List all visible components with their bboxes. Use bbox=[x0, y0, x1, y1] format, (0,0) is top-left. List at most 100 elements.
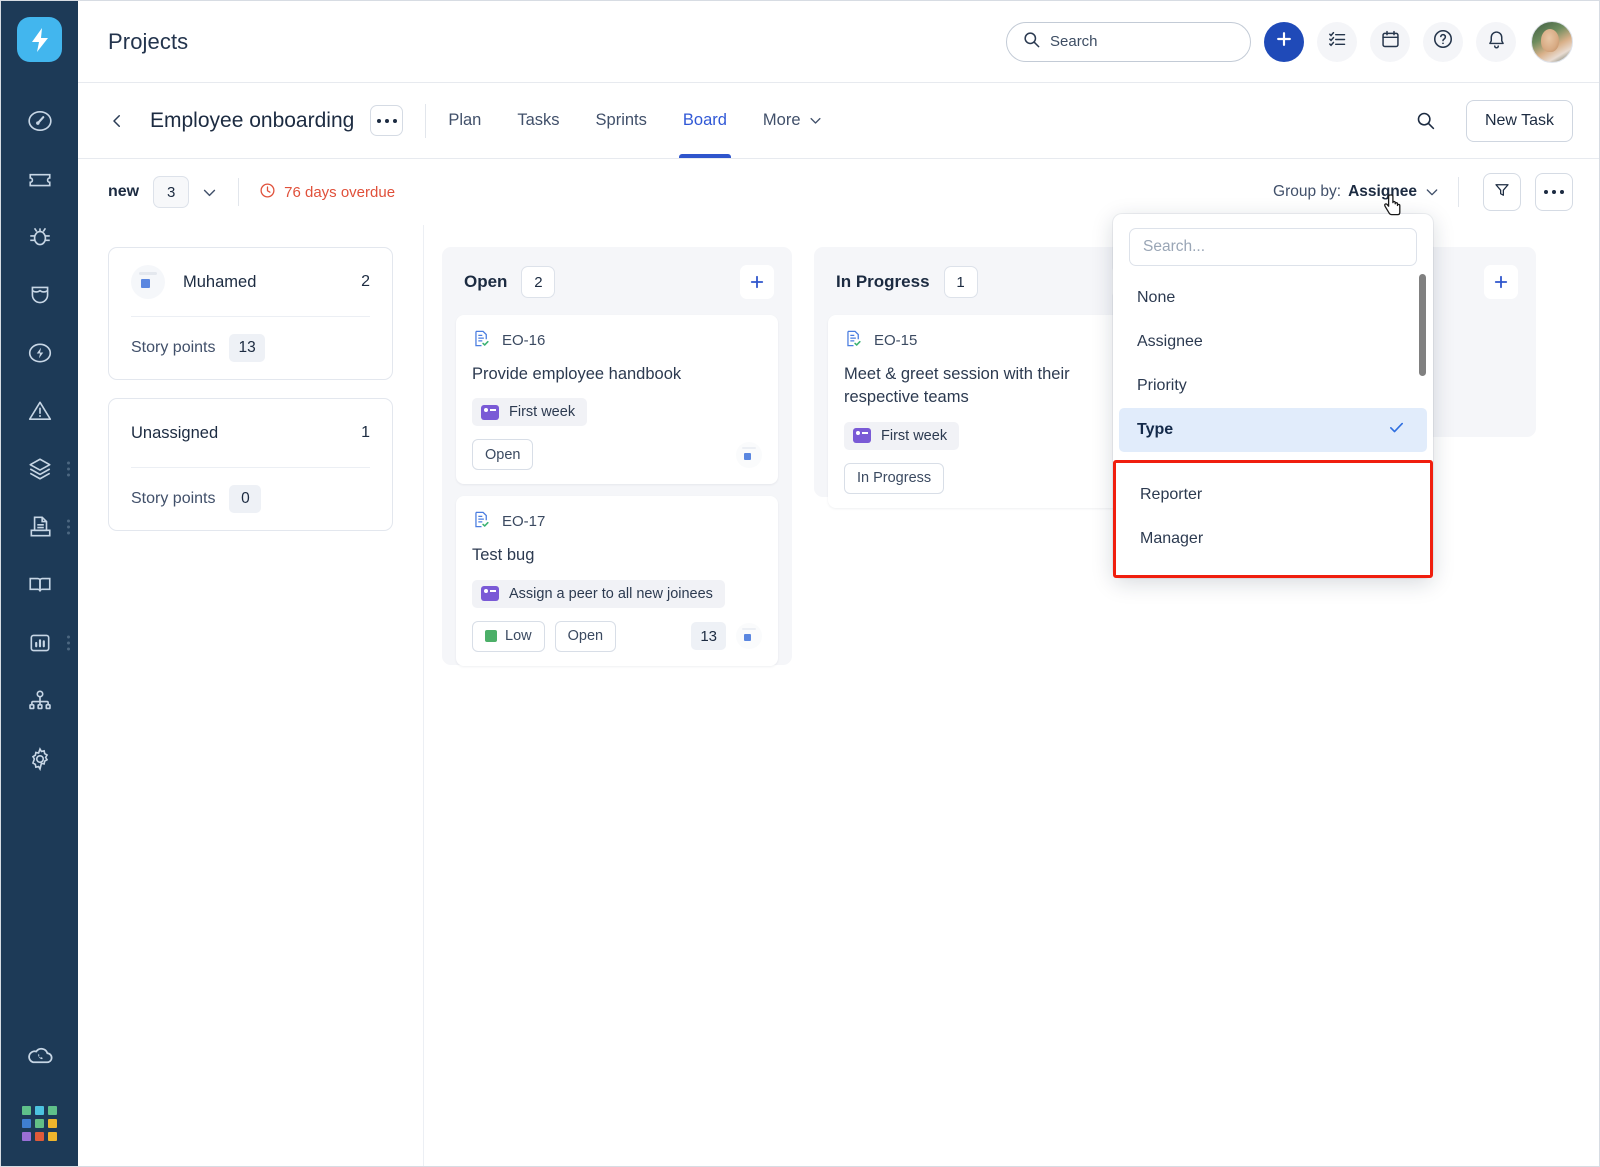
chevron-down-icon bbox=[1424, 184, 1440, 200]
dropdown-item-manager[interactable]: Manager bbox=[1116, 517, 1430, 561]
project-header: Employee onboarding Plan Tasks Sprints B… bbox=[78, 83, 1599, 159]
board-more-options-icon[interactable] bbox=[1535, 173, 1573, 211]
option-label: Assignee bbox=[1137, 333, 1203, 350]
sidebar-item-dashboard[interactable] bbox=[1, 92, 78, 150]
epic-icon bbox=[853, 428, 871, 444]
add-button[interactable] bbox=[1264, 21, 1304, 62]
rail-drag-handle[interactable] bbox=[67, 519, 70, 535]
add-card-button[interactable] bbox=[740, 265, 774, 299]
help-button[interactable] bbox=[1423, 21, 1463, 62]
back-chevron-icon[interactable] bbox=[108, 106, 136, 136]
sidebar-item-settings[interactable] bbox=[1, 730, 78, 788]
sidebar-item-reports[interactable] bbox=[1, 614, 78, 672]
task-title: Test bug bbox=[472, 546, 535, 565]
option-label: None bbox=[1137, 289, 1176, 306]
plus-icon bbox=[1274, 29, 1294, 54]
notifications-button[interactable] bbox=[1476, 21, 1516, 62]
cloud-phone-icon[interactable] bbox=[25, 1041, 55, 1076]
lane-count: 2 bbox=[521, 266, 556, 298]
flash-icon bbox=[27, 340, 53, 366]
avatar[interactable] bbox=[1531, 20, 1573, 63]
dropdown-scrollbar[interactable] bbox=[1419, 274, 1426, 376]
status-badge[interactable]: Open bbox=[554, 620, 617, 652]
sidebar-item-quality[interactable] bbox=[1, 266, 78, 324]
sprint-name: new bbox=[108, 183, 140, 200]
dropdown-search-input[interactable]: Search... bbox=[1129, 228, 1417, 266]
task-card[interactable]: EO-17 Test bug Assign a peer to all new … bbox=[456, 496, 778, 666]
sidebar-item-knowledge-base[interactable] bbox=[1, 556, 78, 614]
bell-icon bbox=[1486, 29, 1507, 55]
project-tabs: Plan Tasks Sprints Board More bbox=[448, 83, 822, 158]
tab-more[interactable]: More bbox=[763, 83, 823, 158]
group-by[interactable]: Group by: Assignee bbox=[1273, 183, 1440, 201]
task-key: EO-15 bbox=[874, 332, 918, 349]
new-task-button[interactable]: New Task bbox=[1465, 99, 1573, 142]
epic-tag[interactable]: First week bbox=[472, 398, 588, 427]
search-input[interactable]: Search bbox=[1006, 21, 1251, 62]
task-key: EO-16 bbox=[502, 332, 546, 349]
sidebar-item-tickets[interactable] bbox=[1, 150, 78, 208]
epic-tag[interactable]: Assign a peer to all new joinees bbox=[472, 579, 725, 608]
add-card-button[interactable] bbox=[1484, 265, 1518, 299]
story-points-value: 0 bbox=[229, 485, 262, 513]
filter-button[interactable] bbox=[1483, 173, 1521, 211]
group-name: Muhamed bbox=[183, 272, 257, 291]
sidebar-item-projects[interactable] bbox=[1, 440, 78, 498]
dropdown-item-none[interactable]: None bbox=[1113, 276, 1433, 320]
epic-tag[interactable]: First week bbox=[844, 421, 960, 450]
sidebar-item-incidents[interactable] bbox=[1, 382, 78, 440]
group-card[interactable]: Muhamed 2 Story points 13 bbox=[108, 247, 393, 380]
calendar-button[interactable] bbox=[1370, 21, 1410, 62]
dropdown-item-priority[interactable]: Priority bbox=[1113, 364, 1433, 408]
group-count: 1 bbox=[361, 424, 370, 441]
lane-open: Open 2 EO-16 Provide employee handbook F… bbox=[442, 247, 792, 666]
group-card[interactable]: Unassigned 1 Story points 0 bbox=[108, 398, 393, 531]
sidebar-item-teams[interactable] bbox=[1, 672, 78, 730]
sidebar-item-automation[interactable] bbox=[1, 324, 78, 382]
sidebar-item-bugs[interactable] bbox=[1, 208, 78, 266]
priority-badge[interactable]: Low bbox=[472, 620, 545, 652]
rail-drag-handle[interactable] bbox=[67, 635, 70, 651]
tab-plan[interactable]: Plan bbox=[448, 83, 481, 158]
assignee-avatar[interactable] bbox=[736, 623, 762, 650]
search-placeholder: Search bbox=[1050, 33, 1098, 50]
chevron-down-icon[interactable] bbox=[201, 184, 218, 201]
check-icon bbox=[1388, 419, 1405, 441]
apps-grid-icon[interactable] bbox=[22, 1106, 57, 1141]
task-card[interactable]: EO-16 Provide employee handbook First we… bbox=[456, 315, 778, 485]
book-icon bbox=[27, 572, 53, 598]
story-points-badge: 13 bbox=[691, 622, 726, 651]
group-by-control[interactable]: Group by: Assignee bbox=[1273, 183, 1440, 201]
task-card[interactable]: EO-15 Meet & greet session with their re… bbox=[828, 315, 1150, 508]
dropdown-search-placeholder: Search... bbox=[1143, 238, 1206, 255]
shield-icon bbox=[27, 282, 53, 308]
status-badge[interactable]: In Progress bbox=[844, 462, 945, 494]
assignee-avatar[interactable] bbox=[736, 441, 762, 468]
project-search-icon[interactable] bbox=[1406, 101, 1446, 141]
tab-sprints[interactable]: Sprints bbox=[596, 83, 647, 158]
sidebar-item-documents[interactable] bbox=[1, 498, 78, 556]
tab-label: Sprints bbox=[595, 111, 647, 129]
tab-board[interactable]: Board bbox=[678, 83, 731, 158]
dropdown-item-type[interactable]: Type bbox=[1119, 408, 1427, 452]
task-doc-icon bbox=[844, 329, 863, 352]
divider bbox=[425, 103, 427, 138]
chevron-down-icon bbox=[808, 113, 823, 128]
status-badge[interactable]: Open bbox=[472, 439, 534, 471]
org-chart-icon bbox=[27, 688, 53, 714]
tasks-button[interactable] bbox=[1317, 21, 1357, 62]
dropdown-item-assignee[interactable]: Assignee bbox=[1113, 320, 1433, 364]
project-more-options-icon[interactable] bbox=[370, 105, 404, 136]
app-logo[interactable] bbox=[17, 17, 62, 62]
checklist-icon bbox=[1327, 29, 1348, 55]
tab-tasks[interactable]: Tasks bbox=[517, 83, 559, 158]
dropdown-options: None Assignee Priority Type bbox=[1113, 270, 1433, 452]
task-doc-icon bbox=[472, 329, 491, 352]
rail-drag-handle[interactable] bbox=[67, 461, 70, 477]
lane-title: Open bbox=[464, 272, 508, 291]
option-label: Manager bbox=[1140, 530, 1204, 547]
left-nav-rail bbox=[1, 1, 78, 1166]
group-by-label: Group by: bbox=[1273, 183, 1342, 200]
status-label: In Progress bbox=[857, 470, 932, 487]
dropdown-item-reporter[interactable]: Reporter bbox=[1116, 473, 1430, 517]
